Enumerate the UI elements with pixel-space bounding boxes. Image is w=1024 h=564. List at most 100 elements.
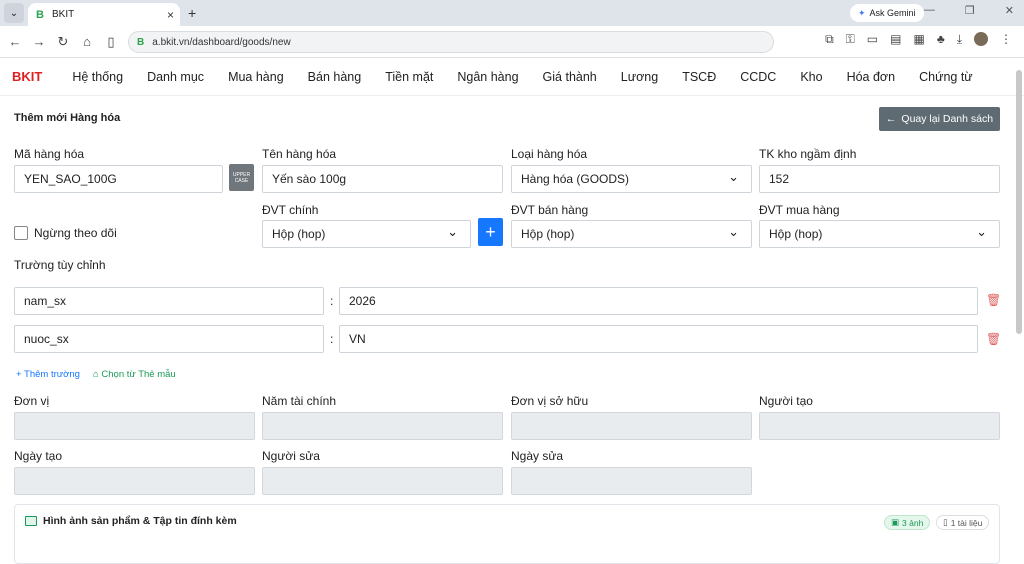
inactive-label: Ngừng theo dõi xyxy=(34,226,117,240)
restore-icon[interactable]: ❐ xyxy=(965,4,975,17)
type-select[interactable]: Hàng hóa (GOODS) xyxy=(511,165,752,193)
file-icon: ▯ xyxy=(943,517,948,527)
browser-tab-strip: ⌄ B BKIT × + ✦ Ask Gemini — ❐ ✕ xyxy=(0,0,1024,26)
editor-label: Người sửa xyxy=(262,449,320,463)
forward-icon[interactable]: → xyxy=(27,34,51,49)
menu-item-cost[interactable]: Giá thành xyxy=(543,70,597,84)
separator: : xyxy=(330,294,334,308)
custom-value-input[interactable]: VN xyxy=(339,325,978,353)
extensions-icon[interactable]: ⧉ xyxy=(825,32,834,47)
custom-value-input[interactable]: 2026 xyxy=(339,287,978,315)
calendar-icon[interactable]: ▦ xyxy=(913,32,924,47)
account-input[interactable]: 152 xyxy=(759,165,1000,193)
unit-input xyxy=(14,412,255,440)
edited-date-label: Ngày sửa xyxy=(511,449,564,463)
fiscal-year-input xyxy=(262,412,503,440)
back-label: Quay lại Danh sách xyxy=(901,113,994,125)
images-count: 3 ảnh xyxy=(902,517,924,528)
menu-item-vouchers[interactable]: Chứng từ xyxy=(919,70,973,84)
unit-main-select[interactable]: Hộp (hop) xyxy=(262,220,471,248)
unit-sell-value: Hộp (hop) xyxy=(521,227,575,241)
separator: : xyxy=(330,332,334,346)
back-to-list-button[interactable]: ← Quay lại Danh sách xyxy=(879,107,1000,131)
address-bar[interactable]: B a.bkit.vn/dashboard/goods/new xyxy=(128,31,774,53)
unit-main-label: ĐVT chính xyxy=(262,203,319,217)
inactive-checkbox[interactable] xyxy=(14,226,28,240)
tab-list-button[interactable]: ⌄ xyxy=(4,3,24,23)
reload-icon[interactable]: ↻ xyxy=(51,34,75,50)
pick-template-link[interactable]: ⌂ Chọn từ Thẻ mẫu xyxy=(93,369,176,380)
account-label: TK kho ngầm định xyxy=(759,147,857,161)
new-tab-button[interactable]: + xyxy=(188,5,196,21)
menu-item-system[interactable]: Hệ thống xyxy=(72,70,123,84)
menu-item-catalog[interactable]: Danh mục xyxy=(147,70,204,84)
creator-label: Người tạo xyxy=(759,394,813,408)
window-close-icon[interactable]: ✕ xyxy=(1005,4,1014,17)
trash-icon[interactable]: 🗑 xyxy=(986,293,1001,307)
unit-sell-select[interactable]: Hộp (hop) xyxy=(511,220,752,248)
owner-unit-input xyxy=(511,412,752,440)
add-field-link[interactable]: + Thêm trường xyxy=(16,369,80,380)
edited-date-input xyxy=(511,467,752,495)
unit-buy-label: ĐVT mua hàng xyxy=(759,203,840,217)
fiscal-year-label: Năm tài chính xyxy=(262,394,337,408)
attachments-title: Hình ảnh sản phẩm & Tập tin đính kèm xyxy=(25,515,237,527)
close-tab-icon[interactable]: × xyxy=(167,8,174,22)
split-view-icon[interactable]: ▯ xyxy=(99,34,123,50)
name-label: Tên hàng hóa xyxy=(262,147,337,161)
name-input[interactable]: Yến sào 100g xyxy=(262,165,503,193)
menu-icon[interactable]: ⋮ xyxy=(1000,32,1012,47)
add-unit-button[interactable]: + xyxy=(478,218,503,246)
image-icon xyxy=(25,516,37,526)
reading-icon[interactable]: ▤ xyxy=(890,32,901,47)
gemini-icon: ✦ xyxy=(858,7,866,18)
menu-item-fixed-assets[interactable]: TSCĐ xyxy=(682,70,716,84)
uppercase-button[interactable]: UPPER CASE xyxy=(229,164,254,191)
browser-toolbar: ← → ↻ ⌂ ▯ B a.bkit.vn/dashboard/goods/ne… xyxy=(0,26,1024,58)
favicon-icon: B xyxy=(36,8,44,21)
custom-fields-label: Trường tùy chỉnh xyxy=(14,258,106,272)
unit-buy-value: Hộp (hop) xyxy=(769,227,823,241)
attachments-panel: Hình ảnh sản phẩm & Tập tin đính kèm ▣ 3 … xyxy=(14,504,1000,564)
trash-icon[interactable]: 🗑 xyxy=(986,332,1001,346)
brand-logo[interactable]: BKIT xyxy=(12,69,42,84)
custom-key-input[interactable]: nam_sx xyxy=(14,287,324,315)
minimize-icon[interactable]: — xyxy=(924,4,935,17)
files-count-badge: ▯ 1 tài liệu xyxy=(936,515,990,530)
download-icon[interactable]: ⤓ xyxy=(957,32,962,47)
passwords-icon[interactable]: ⚿ xyxy=(846,32,855,47)
menu-item-sales[interactable]: Bán hàng xyxy=(308,70,362,84)
profile-avatar[interactable] xyxy=(974,32,988,46)
type-select-value: Hàng hóa (GOODS) xyxy=(521,172,630,186)
page-title: Thêm mới Hàng hóa xyxy=(14,112,121,124)
back-icon[interactable]: ← xyxy=(3,34,27,49)
menu-item-warehouse[interactable]: Kho xyxy=(800,70,822,84)
menu-item-bank[interactable]: Ngân hàng xyxy=(457,70,518,84)
menu-item-tools[interactable]: CCDC xyxy=(740,70,776,84)
ask-gemini-button[interactable]: ✦ Ask Gemini xyxy=(850,4,924,22)
pick-template-label: Chọn từ Thẻ mẫu xyxy=(101,369,176,380)
image-icon: ▣ xyxy=(891,517,900,527)
unit-buy-select[interactable]: Hộp (hop) xyxy=(759,220,1000,248)
app-navbar: BKIT Hệ thống Danh mục Mua hàng Bán hàng… xyxy=(0,58,1024,96)
home-icon[interactable]: ⌂ xyxy=(75,34,99,49)
plus-icon: + xyxy=(16,369,25,380)
payments-icon[interactable]: ▭ xyxy=(867,32,878,47)
menu-item-salary[interactable]: Lương xyxy=(621,70,658,84)
gemini-label: Ask Gemini xyxy=(869,8,916,18)
browser-tab[interactable]: B BKIT × xyxy=(28,3,180,26)
menu-item-cash[interactable]: Tiền mặt xyxy=(385,70,433,84)
unit-sell-label: ĐVT bán hàng xyxy=(511,203,589,217)
url-text: a.bkit.vn/dashboard/goods/new xyxy=(152,36,291,48)
owner-unit-label: Đơn vị sở hữu xyxy=(511,394,589,408)
attachments-title-text: Hình ảnh sản phẩm & Tập tin đính kèm xyxy=(43,515,237,527)
code-input[interactable]: YEN_SAO_100G xyxy=(14,165,223,193)
site-icon: B xyxy=(137,36,145,48)
created-date-input xyxy=(14,467,255,495)
menu-item-purchase[interactable]: Mua hàng xyxy=(228,70,284,84)
custom-key-input[interactable]: nuoc_sx xyxy=(14,325,324,353)
assistant-icon[interactable]: ♣ xyxy=(937,32,945,47)
menu-item-invoice[interactable]: Hóa đơn xyxy=(847,70,896,84)
creator-input xyxy=(759,412,1000,440)
code-label: Mã hàng hóa xyxy=(14,147,85,161)
